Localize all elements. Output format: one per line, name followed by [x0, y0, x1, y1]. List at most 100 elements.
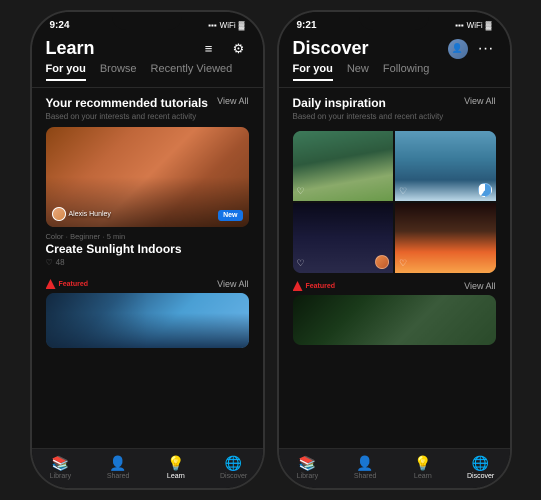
learn-featured-header: Featured View All	[46, 279, 249, 291]
inspiration-grid: ♡ ♡ ♡ ♡	[293, 131, 496, 273]
notch	[112, 12, 182, 30]
heart-icon: ♡	[46, 258, 53, 267]
menu-icon[interactable]: ≡	[199, 39, 219, 59]
nav-discover-label: Discover	[220, 473, 247, 480]
signal-icon: ▪▪▪	[208, 21, 217, 30]
grid-item-cliff[interactable]: ♡	[293, 131, 394, 201]
discover-content: Daily inspiration View All Based on your…	[279, 88, 510, 448]
daily-section: Daily inspiration View All Based on your…	[279, 88, 510, 131]
tutorial-hero-image: Alexis Hunley New	[46, 127, 249, 227]
creator-name: Alexis Hunley	[69, 211, 111, 218]
nav-shared[interactable]: 👤 Shared	[89, 455, 147, 480]
creator-avatar	[52, 207, 66, 221]
heart-icon-4: ♡	[399, 258, 407, 269]
discover-header-icons: 👤 ···	[448, 39, 496, 59]
discover-nav-discover-label: Discover	[467, 473, 494, 480]
tutorial-likes: ♡ 48	[46, 258, 249, 267]
discover-featured-view-all[interactable]: View All	[464, 281, 495, 291]
discover-status-icons: ▪▪▪ WiFi ▓	[455, 21, 491, 30]
learn-title: Learn	[46, 38, 95, 59]
discover-learn-icon: 💡	[414, 455, 432, 471]
featured-view-all[interactable]: View All	[217, 279, 248, 289]
likes-count: 48	[56, 258, 65, 267]
learn-tabs: For you Browse Recently Viewed	[32, 63, 263, 88]
nav-learn[interactable]: 💡 Learn	[147, 455, 205, 480]
pie-chart-icon	[478, 183, 492, 197]
discover-shared-icon: 👤	[356, 455, 374, 471]
creator-chip: Alexis Hunley	[52, 207, 111, 221]
adobe-badge: Featured	[46, 279, 89, 289]
recommended-section: Your recommended tutorials View All Base…	[32, 88, 263, 273]
nav-discover[interactable]: 🌐 Discover	[205, 455, 263, 480]
discover-tabs: For you New Following	[279, 63, 510, 88]
tab-browse[interactable]: Browse	[100, 63, 137, 81]
user-dot-1	[375, 255, 389, 269]
discover-phone: 9:21 ▪▪▪ WiFi ▓ Discover 👤 ··· For you N…	[277, 10, 512, 490]
tutorial-title: Create Sunlight Indoors	[46, 242, 249, 256]
recommended-view-all[interactable]: View All	[217, 96, 248, 106]
shared-icon: 👤	[109, 455, 127, 471]
discover-discover-icon: 🌐	[472, 455, 490, 471]
discover-featured-section: Featured View All	[279, 277, 510, 349]
user-avatar[interactable]: 👤	[448, 39, 468, 59]
daily-view-all[interactable]: View All	[464, 96, 495, 106]
discover-library-icon: 📚	[298, 455, 316, 471]
discover-featured-label: Featured	[306, 283, 336, 290]
status-icons: ▪▪▪ WiFi ▓	[208, 21, 244, 30]
discover-screen: Discover 👤 ··· For you New Following Dai…	[279, 34, 510, 488]
avatar-image: 👤	[452, 43, 463, 54]
learn-icon: 💡	[167, 455, 185, 471]
adobe-logo-icon	[46, 279, 56, 289]
library-icon: 📚	[51, 455, 69, 471]
tab-recently-viewed[interactable]: Recently Viewed	[151, 63, 233, 81]
nav-learn-label: Learn	[167, 473, 185, 480]
nav-library[interactable]: 📚 Library	[32, 455, 90, 480]
discover-tab-following[interactable]: Following	[383, 63, 429, 81]
discover-signal-icon: ▪▪▪	[455, 21, 464, 30]
new-badge: New	[218, 210, 242, 221]
discover-header: Discover 👤 ···	[279, 34, 510, 63]
featured-label: Featured	[59, 281, 89, 288]
more-icon[interactable]: ···	[476, 39, 496, 59]
heart-icon-2: ♡	[399, 186, 407, 197]
discover-nav-discover[interactable]: 🌐 Discover	[452, 455, 510, 480]
discover-nav-learn-label: Learn	[414, 473, 432, 480]
discover-adobe-logo-icon	[293, 281, 303, 291]
discover-wifi-icon: WiFi	[467, 21, 483, 30]
nav-shared-label: Shared	[107, 473, 130, 480]
discover-nav-shared[interactable]: 👤 Shared	[336, 455, 394, 480]
nav-library-label: Library	[50, 473, 71, 480]
discover-tab-new[interactable]: New	[347, 63, 369, 81]
heart-icon-1: ♡	[297, 186, 305, 197]
grid-item-ocean[interactable]: ♡	[395, 131, 496, 201]
status-time: 9:24	[50, 20, 70, 31]
gear-icon[interactable]: ⚙	[229, 39, 249, 59]
discover-nav-learn[interactable]: 💡 Learn	[394, 455, 452, 480]
discover-nav-shared-label: Shared	[354, 473, 377, 480]
recommended-header: Your recommended tutorials View All	[46, 96, 249, 110]
wifi-icon: WiFi	[220, 21, 236, 30]
tutorial-meta: Color · Beginner · 5 min Create Sunlight…	[46, 227, 249, 269]
featured-image	[46, 293, 249, 348]
discover-nav-library[interactable]: 📚 Library	[279, 455, 337, 480]
heart-icon-3: ♡	[297, 258, 305, 269]
recommended-subtitle: Based on your interests and recent activ…	[46, 112, 249, 121]
discover-featured-image	[293, 295, 496, 345]
discover-nav-library-label: Library	[297, 473, 318, 480]
discover-battery-icon: ▓	[486, 21, 492, 30]
daily-header: Daily inspiration View All	[293, 96, 496, 110]
discover-tab-for-you[interactable]: For you	[293, 63, 333, 81]
learn-bottom-nav: 📚 Library 👤 Shared 💡 Learn 🌐 Discover	[32, 448, 263, 488]
grid-item-city[interactable]: ♡	[293, 203, 394, 273]
battery-icon: ▓	[239, 21, 245, 30]
tab-for-you[interactable]: For you	[46, 63, 86, 81]
daily-title: Daily inspiration	[293, 96, 386, 110]
discover-title: Discover	[293, 38, 369, 59]
header-icons: ≡ ⚙	[199, 39, 249, 59]
grid-item-sunset[interactable]: ♡	[395, 203, 496, 273]
recommended-title: Your recommended tutorials	[46, 96, 208, 110]
discover-adobe-badge: Featured	[293, 281, 336, 291]
progress-circle	[478, 183, 492, 197]
discover-status-time: 9:21	[297, 20, 317, 31]
discover-featured-header: Featured View All	[293, 281, 496, 293]
